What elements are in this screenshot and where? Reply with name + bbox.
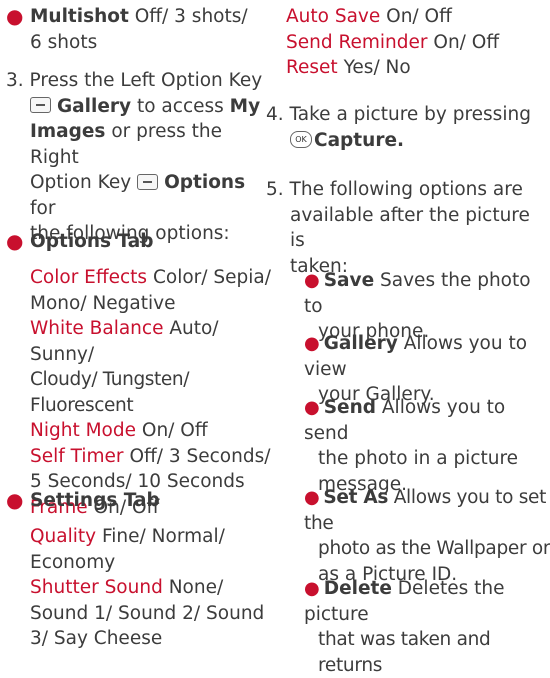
option-row: Color Effects Color/ Sepia/ bbox=[30, 267, 271, 288]
setting-row: Sound 1/ Sound 2/ Sound bbox=[30, 602, 265, 624]
options-tab-list: Color Effects Color/ Sepia/ Mono/ Negati… bbox=[30, 265, 280, 520]
right-option-key-icon bbox=[137, 173, 159, 190]
setting-row: Send Reminder On/ Off bbox=[286, 31, 500, 53]
settings-tab-section: Settings Tab bbox=[30, 488, 160, 514]
bullet-icon: ● bbox=[6, 4, 24, 28]
setting-row: Shutter Sound None/ bbox=[30, 577, 224, 598]
step-4: 4. Take a picture by pressing OK Capture. bbox=[266, 104, 531, 151]
option-item-send: ● Send Allows you to send the photo in a … bbox=[304, 397, 519, 495]
step-3: 3. Press the Left Option Key Gallery to … bbox=[6, 70, 263, 244]
bullet-icon: ● bbox=[304, 397, 320, 418]
multishot-item: Multishot Off/ 3 shots/ 6 shots bbox=[30, 6, 248, 53]
step-5: 5. The following options are available a… bbox=[266, 179, 530, 277]
left-option-key-icon bbox=[30, 97, 51, 113]
bullet-icon: ● bbox=[304, 333, 320, 354]
option-row: White Balance Auto/ Sunny/ bbox=[30, 318, 219, 365]
option-row: Self Timer Off/ 3 Seconds/ bbox=[30, 445, 271, 467]
settings-tab-heading: Settings Tab bbox=[30, 490, 160, 511]
settings-tab-list: Quality Fine/ Normal/ Economy Shutter So… bbox=[30, 524, 275, 652]
bullet-icon: ● bbox=[304, 578, 320, 599]
setting-row: 3/ Say Cheese bbox=[30, 628, 163, 649]
setting-row: Reset Yes/ No bbox=[286, 57, 411, 78]
bullet-icon: ● bbox=[304, 487, 320, 508]
bullet-icon: ● bbox=[304, 270, 320, 291]
bullet-icon: ● bbox=[6, 229, 24, 253]
bullet-icon: ● bbox=[6, 488, 24, 512]
option-item-set-as: ● Set As Allows you to set the photo as t… bbox=[304, 487, 550, 585]
setting-row: Quality Fine/ Normal/ bbox=[30, 526, 225, 547]
ok-key-icon: OK bbox=[290, 130, 312, 148]
option-row: Mono/ Negative bbox=[30, 292, 176, 314]
setting-row: Auto Save On/ Off bbox=[286, 6, 452, 27]
options-tab-section: Options Tab bbox=[30, 229, 153, 255]
settings-tab-continued: Auto Save On/ Off Send Reminder On/ Off … bbox=[286, 4, 499, 81]
option-item-delete: ● Delete Deletes the picture that was tak… bbox=[304, 578, 505, 676]
option-row: Cloudy/ Tungsten/ Fluorescent bbox=[30, 369, 190, 416]
option-row: Night Mode On/ Off bbox=[30, 420, 208, 441]
options-tab-heading: Options Tab bbox=[30, 231, 154, 252]
setting-row: Economy bbox=[30, 551, 116, 573]
